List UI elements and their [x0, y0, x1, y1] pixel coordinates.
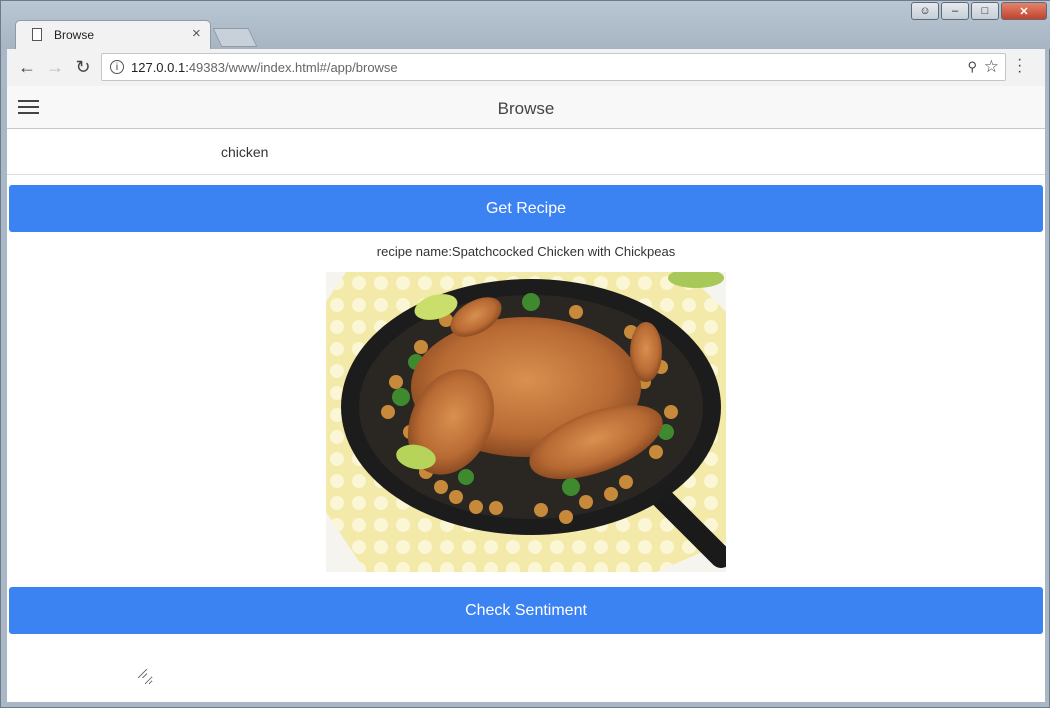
recipe-image: [326, 272, 726, 572]
new-tab-button[interactable]: [212, 28, 258, 47]
resize-grip-icon[interactable]: [138, 669, 147, 678]
star-icon[interactable]: ☆: [984, 57, 999, 77]
check-sentiment-button[interactable]: Check Sentiment: [9, 587, 1043, 634]
browser-tab[interactable]: Browse ×: [15, 20, 211, 49]
info-icon[interactable]: i: [110, 60, 124, 74]
profile-button[interactable]: ☺: [911, 2, 939, 20]
url-text: 127.0.0.1:49383/www/index.html#/app/brow…: [131, 60, 398, 75]
recipe-name: recipe name:Spatchcocked Chicken with Ch…: [376, 244, 676, 259]
title-bar: Browse × ☺ – □ ✕: [1, 1, 1050, 49]
key-icon[interactable]: ⚲: [967, 59, 977, 75]
browser-window: Browse × ☺ – □ ✕ ← → ↻ i 127.0.0.1:49383…: [0, 0, 1050, 708]
window-close-button[interactable]: ✕: [1001, 2, 1047, 20]
close-icon[interactable]: ×: [192, 25, 201, 42]
back-icon[interactable]: ←: [15, 55, 39, 79]
search-input[interactable]: [221, 141, 621, 163]
url-path: 49383/www/index.html#/app/browse: [188, 60, 398, 75]
minimize-button[interactable]: –: [941, 2, 969, 20]
window-controls: ☺ – □ ✕: [911, 2, 1047, 20]
page-icon: [32, 28, 42, 41]
search-row: [7, 129, 1045, 175]
browser-toolbar: ← → ↻ i 127.0.0.1:49383/www/index.html#/…: [7, 49, 1045, 87]
page-title: Browse: [497, 99, 555, 118]
page-content: Browse Get Recipe recipe name:Spatchcock…: [7, 86, 1045, 702]
sentiment-textarea[interactable]: [9, 641, 153, 685]
tab-title: Browse: [54, 28, 95, 42]
menu-dots-icon[interactable]: · · ·: [1017, 52, 1022, 80]
maximize-button[interactable]: □: [971, 2, 999, 20]
get-recipe-button[interactable]: Get Recipe: [9, 185, 1043, 232]
app-header: Browse: [7, 86, 1045, 129]
reload-icon[interactable]: ↻: [71, 55, 95, 79]
address-bar[interactable]: i 127.0.0.1:49383/www/index.html#/app/br…: [101, 53, 1006, 81]
url-host: 127.0.0.1:: [131, 60, 189, 75]
forward-icon[interactable]: →: [43, 55, 67, 79]
